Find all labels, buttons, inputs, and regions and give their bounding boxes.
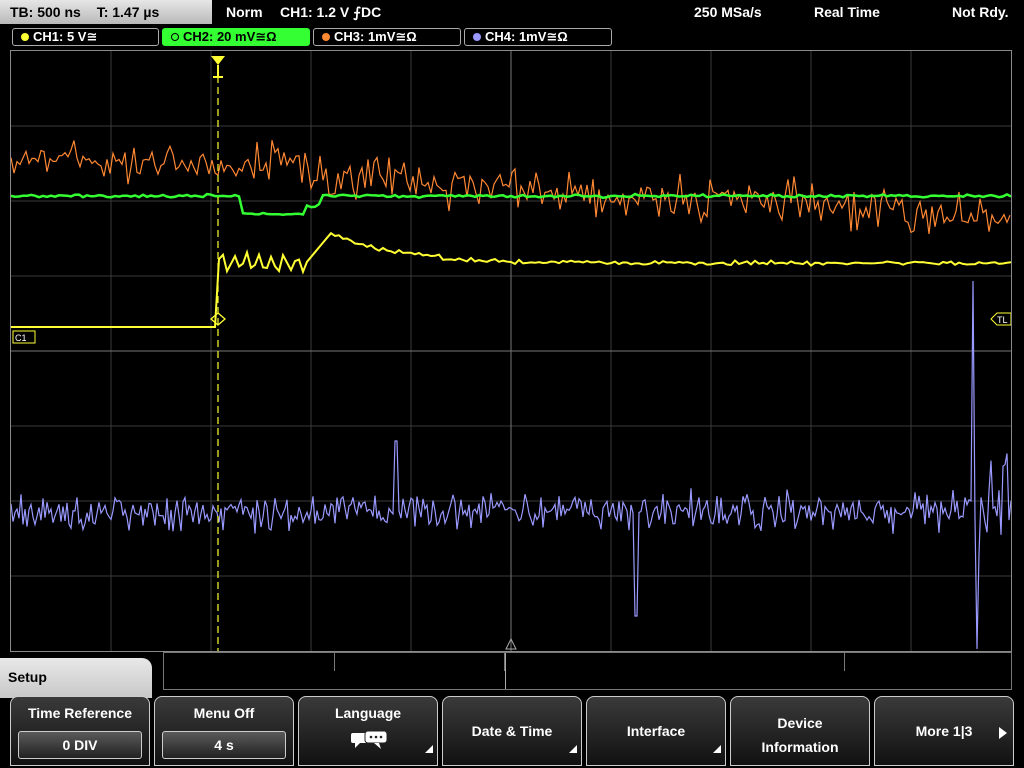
channel-tab-label: CH2: 20 mV≅Ω bbox=[183, 29, 277, 44]
timebase-box[interactable]: TB: 500 ns T: 1.47 µs bbox=[0, 0, 212, 24]
softkey-label: Time Reference bbox=[27, 705, 132, 721]
center-axes bbox=[11, 51, 1011, 651]
trigger-mode[interactable]: Norm bbox=[226, 0, 263, 24]
channel-tab-ch4[interactable]: CH4: 1mV≅Ω bbox=[464, 28, 612, 46]
ch1-color-icon bbox=[21, 33, 29, 41]
softkey-label: Menu Off bbox=[193, 705, 255, 721]
channel-tab-ch2[interactable]: CH2: 20 mV≅Ω bbox=[162, 28, 310, 46]
trigger-position-icon bbox=[211, 56, 225, 65]
sample-rate: 250 MSa/s bbox=[694, 4, 762, 20]
trigger-time-value: T: 1.47 µs bbox=[96, 4, 160, 20]
softkey-label: Device Information bbox=[731, 711, 869, 759]
menu-title-tab: Setup bbox=[0, 658, 152, 698]
softkey-label: Language bbox=[334, 705, 402, 721]
channel-tab-label: CH4: 1mV≅Ω bbox=[485, 29, 568, 44]
submenu-corner-icon bbox=[425, 745, 433, 753]
next-page-arrow-icon bbox=[999, 727, 1007, 739]
softkey-label: Date & Time bbox=[471, 723, 553, 739]
horizontal-overview-bar[interactable] bbox=[163, 652, 1012, 690]
softkey-label: Interface bbox=[626, 723, 686, 739]
overview-segment bbox=[674, 653, 845, 671]
ch2-color-icon bbox=[171, 33, 179, 41]
device-information-softkey[interactable]: Device Information bbox=[730, 696, 870, 766]
waveform-canvas: TL C1 bbox=[11, 51, 1011, 651]
time-reference-softkey[interactable]: Time Reference 0 DIV bbox=[10, 696, 150, 766]
trigger-level-marker: TL bbox=[990, 312, 1011, 326]
ch3-color-icon bbox=[322, 33, 330, 41]
menu-off-softkey[interactable]: Menu Off 4 s bbox=[154, 696, 294, 766]
softkey-menu: Time Reference 0 DIV Menu Off 4 s Langua… bbox=[0, 696, 1024, 768]
submenu-corner-icon bbox=[713, 745, 721, 753]
acquisition-state: Not Rdy. bbox=[952, 4, 1009, 20]
ch1-reference-label: C1 bbox=[15, 333, 27, 343]
waveform-display[interactable]: TL C1 bbox=[10, 50, 1012, 652]
speech-bubbles-icon bbox=[351, 730, 388, 749]
overview-segment bbox=[164, 653, 335, 671]
trigger-level-label: TL bbox=[997, 315, 1008, 325]
channel-tab-label: CH3: 1mV≅Ω bbox=[334, 29, 417, 44]
channel-tab-label: CH1: 5 V≅ bbox=[33, 29, 98, 44]
more-softkey[interactable]: More 1|3 bbox=[874, 696, 1014, 766]
channel-tab-ch3[interactable]: CH3: 1mV≅Ω bbox=[313, 28, 461, 46]
softkey-label-line1: Device bbox=[777, 715, 823, 731]
language-softkey[interactable]: Language bbox=[298, 696, 438, 766]
submenu-corner-icon bbox=[569, 745, 577, 753]
softkey-label-line2: Information bbox=[761, 739, 839, 755]
overview-segment bbox=[504, 653, 674, 671]
acquisition-mode: Real Time bbox=[814, 4, 880, 20]
time-reference-value[interactable]: 0 DIV bbox=[18, 731, 142, 759]
ch4-color-icon bbox=[473, 33, 481, 41]
overview-segment bbox=[334, 653, 505, 671]
status-bar: TB: 500 ns T: 1.47 µs Norm CH1: 1.2 V ⨍D… bbox=[0, 0, 1024, 26]
ch1-reference-marker: C1 bbox=[12, 330, 36, 344]
softkey-label: More 1|3 bbox=[915, 723, 973, 739]
interface-softkey[interactable]: Interface bbox=[586, 696, 726, 766]
date-time-softkey[interactable]: Date & Time bbox=[442, 696, 582, 766]
trigger-info[interactable]: CH1: 1.2 V ⨍DC bbox=[280, 0, 381, 24]
channel-tab-ch1[interactable]: CH1: 5 V≅ bbox=[12, 28, 159, 46]
menu-off-value[interactable]: 4 s bbox=[162, 731, 286, 759]
overview-position-marker bbox=[505, 653, 506, 689]
timebase-value: TB: 500 ns bbox=[10, 4, 81, 20]
overview-segment bbox=[844, 653, 1012, 671]
